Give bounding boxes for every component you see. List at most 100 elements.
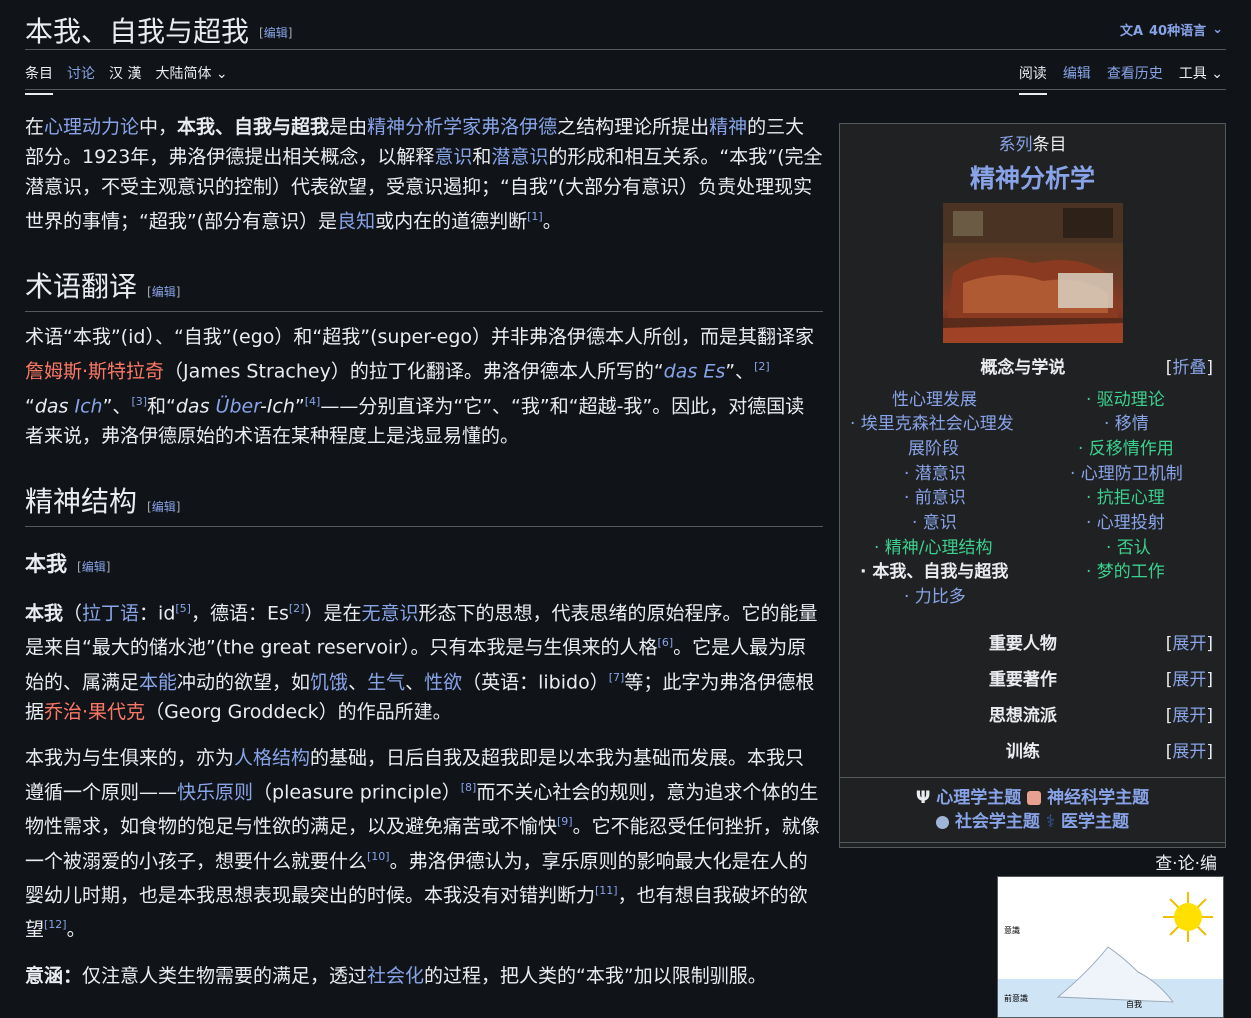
list-item[interactable]: · 意识 — [912, 508, 957, 533]
tabs-divider — [25, 89, 1226, 90]
expand-toggle[interactable]: [展开] — [1166, 737, 1213, 762]
list-item[interactable]: 性心理发展 — [892, 385, 977, 410]
chevron-down-icon: ⌄ — [215, 66, 228, 82]
ref-6[interactable]: [6] — [658, 636, 674, 649]
tab-read[interactable]: 阅读 — [1018, 63, 1047, 95]
chevron-down-icon: ⌄ — [1211, 66, 1223, 82]
link-das-es[interactable]: das Es — [664, 361, 726, 383]
link-pleasure-principle[interactable]: 快乐原则 — [177, 781, 253, 803]
expand-toggle[interactable]: [展开] — [1166, 701, 1213, 726]
namespace-tabs: 条目 讨论 汉 漢 大陆简体 ⌄ — [25, 63, 228, 95]
chevron-down-icon: ⌄ — [1212, 22, 1223, 37]
list-item[interactable]: · 前意识 — [904, 483, 966, 508]
link-series[interactable]: 系列 — [999, 135, 1033, 155]
collapse-toggle[interactable]: [折叠] — [1166, 353, 1213, 378]
list-item[interactable]: · 驱动理论 — [1086, 385, 1165, 410]
label-ego: 自我 — [1126, 999, 1142, 1009]
section-edit-link[interactable]: [编辑] — [147, 500, 180, 514]
ref-11[interactable]: [11] — [595, 884, 618, 897]
ref-1[interactable]: [1] — [527, 210, 543, 223]
link-psychodynamics[interactable]: 心理动力论 — [44, 116, 139, 138]
ref-4[interactable]: [4] — [305, 395, 321, 408]
link-groddeck[interactable]: 乔治·果代克 — [44, 701, 145, 723]
link-consciousness[interactable]: 意识 — [434, 146, 472, 168]
tab-history[interactable]: 查看历史 — [1107, 63, 1163, 95]
tab-edit[interactable]: 编辑 — [1063, 63, 1091, 95]
section-heading-terminology: 术语翻译 [编辑] — [25, 272, 823, 313]
link-anger[interactable]: 生气 — [367, 671, 405, 693]
portal-sociology[interactable]: 社会学主题 — [955, 812, 1040, 832]
ref-8[interactable]: [8] — [461, 781, 477, 794]
sidebar-section-schools: 思想流派 [展开] — [840, 695, 1225, 731]
freud-couch-image[interactable] — [942, 203, 1123, 343]
brain-icon — [1027, 791, 1042, 805]
tab-variant-han[interactable]: 汉 漢 — [109, 63, 141, 95]
header-divider — [25, 49, 1226, 50]
expand-toggle[interactable]: [展开] — [1166, 629, 1213, 654]
link-conscience[interactable]: 良知 — [337, 210, 375, 232]
label-conscious: 意識 — [1004, 925, 1020, 935]
link-libido[interactable]: 性欲 — [424, 671, 462, 693]
article-body: 在心理动力论中，本我、自我与超我是由精神分析学家弗洛伊德之结构理论所提出精神的三… — [25, 112, 823, 1007]
link-unconscious-2[interactable]: 无意识 — [362, 602, 419, 624]
iceberg-illustration: 意識 前意識 自我 — [998, 877, 1223, 1017]
link-freud[interactable]: 精神分析学家弗洛伊德 — [367, 116, 557, 138]
iceberg-diagram-image[interactable]: 意識 前意識 自我 — [997, 876, 1224, 1018]
portal-psychology[interactable]: 心理学主题 — [936, 788, 1021, 808]
psi-icon: Ψ — [915, 788, 931, 808]
sidebar-section-people: 重要人物 [展开] — [840, 623, 1225, 659]
list-item[interactable]: · 埃里克森社会心理发 — [850, 409, 1014, 434]
ref-2[interactable]: [2] — [754, 360, 770, 373]
link-personality-structure[interactable]: 人格结构 — [234, 747, 310, 769]
section-heading-structure: 精神结构 [编辑] — [25, 486, 823, 527]
list-item[interactable]: · 力比多 — [904, 582, 966, 607]
language-count: 40种语言 — [1149, 24, 1207, 39]
navbox-footer[interactable]: 查·论·编 — [840, 842, 1225, 874]
link-strachey[interactable]: 詹姆斯·斯特拉奇 — [25, 361, 164, 383]
list-item[interactable]: · 抗拒心理 — [1086, 483, 1165, 508]
link-unconscious[interactable]: 潜意识 — [491, 146, 548, 168]
tab-variant-select[interactable]: 大陆简体 ⌄ — [155, 63, 227, 95]
link-latin[interactable]: 拉丁语 — [82, 602, 139, 624]
link-mind[interactable]: 精神 — [709, 116, 747, 138]
link-ich[interactable]: Ich — [75, 395, 103, 417]
title-edit-link[interactable]: [编辑] — [259, 26, 292, 40]
sidebar-section-works: 重要著作 [展开] — [840, 659, 1225, 695]
expand-toggle[interactable]: [展开] — [1166, 665, 1213, 690]
link-uber[interactable]: Über — [216, 395, 260, 417]
psychoanalysis-sidebar: 系列条目 精神分析学 概念与学说 [折叠] 性心理发展 · 埃里克森社会心理发 … — [839, 123, 1226, 874]
link-instinct[interactable]: 本能 — [139, 671, 177, 693]
tab-article[interactable]: 条目 — [25, 63, 53, 95]
link-socialization[interactable]: 社会化 — [367, 965, 424, 987]
ref-2[interactable]: [2] — [289, 602, 305, 615]
list-item[interactable]: · 否认 — [1106, 533, 1151, 558]
list-item[interactable]: · 精神/心理结构 — [874, 533, 993, 558]
tab-tools[interactable]: 工具 ⌄ — [1179, 63, 1223, 95]
ref-7[interactable]: [7] — [609, 671, 625, 684]
sidebar-section-concepts: 概念与学说 [折叠] — [840, 347, 1225, 383]
id-paragraph-2: 本我为与生俱来的，亦为人格结构的基础，日后自我及超我即是以本我为基础而发展。本我… — [25, 746, 820, 941]
section-edit-link[interactable]: [编辑] — [77, 560, 110, 574]
ref-3[interactable]: [3] — [131, 395, 147, 408]
list-item[interactable]: · 移情 — [1104, 409, 1149, 434]
list-item[interactable]: · 反移情作用 — [1078, 434, 1174, 459]
tab-talk[interactable]: 讨论 — [67, 63, 95, 95]
language-selector[interactable]: 文A 40种语言 ⌄ — [1120, 20, 1223, 39]
translate-icon: 文A — [1119, 24, 1143, 39]
list-item[interactable]: 展阶段 — [908, 434, 959, 459]
ref-12[interactable]: [12] — [44, 918, 67, 931]
sidebar-title[interactable]: 精神分析学 — [840, 159, 1225, 195]
list-item[interactable]: · 梦的工作 — [1086, 557, 1165, 582]
portal-neuroscience[interactable]: 神经科学主题 — [1047, 788, 1149, 808]
list-item[interactable]: · 心理投射 — [1086, 508, 1165, 533]
subsection-heading-id: 本我 [编辑] — [25, 551, 111, 576]
ref-10[interactable]: [10] — [367, 850, 390, 863]
link-hunger[interactable]: 饥饿 — [310, 671, 348, 693]
ref-9[interactable]: [9] — [557, 815, 573, 828]
list-item[interactable]: · 心理防卫机制 — [1070, 459, 1183, 484]
ref-5[interactable]: [5] — [175, 602, 191, 615]
list-item[interactable]: · 潜意识 — [904, 459, 966, 484]
id-paragraph-1: 本我（拉丁语：id[5]，德语：Es[2]）是在无意识形态下的思想，代表思绪的原… — [25, 601, 818, 723]
section-edit-link[interactable]: [编辑] — [147, 285, 180, 299]
portal-medicine[interactable]: 医学主题 — [1061, 812, 1129, 832]
